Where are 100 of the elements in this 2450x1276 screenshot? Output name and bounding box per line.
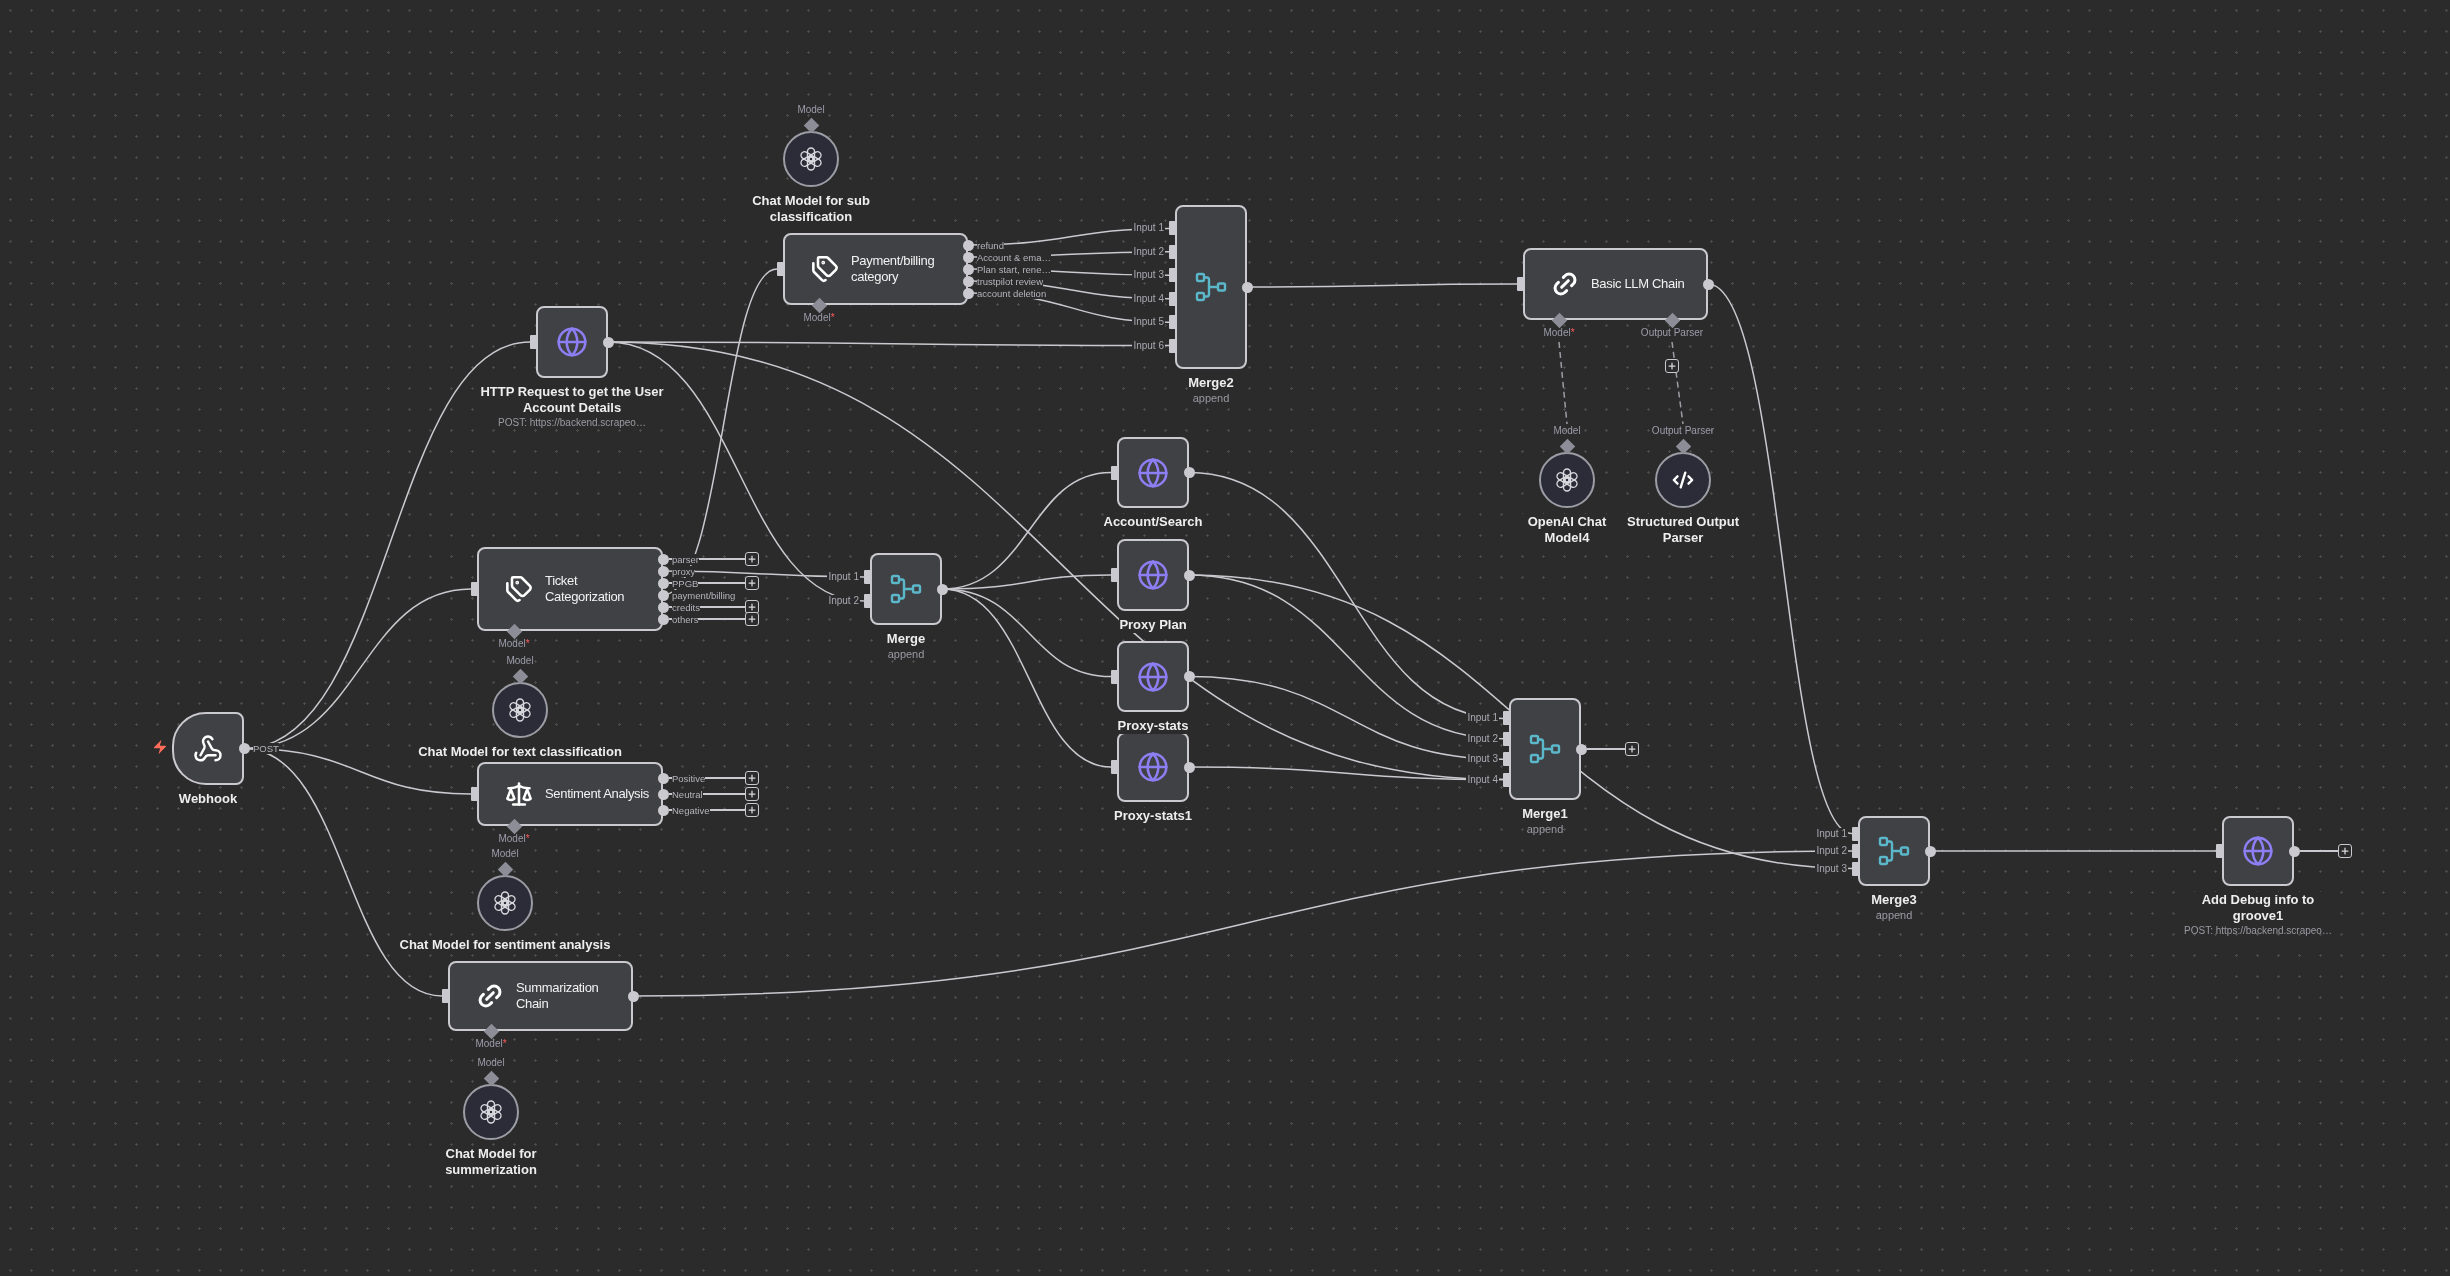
input-label: Input 2 [1815,845,1848,857]
add-button[interactable] [745,787,759,801]
input-handle[interactable] [1111,465,1118,480]
add-button[interactable] [1625,742,1639,756]
model-node[interactable] [1539,452,1595,508]
input-handle[interactable] [1111,760,1118,774]
input-handle[interactable] [1169,291,1176,306]
port-label: Model* [498,638,530,650]
input-handle[interactable] [530,335,537,349]
output-handle[interactable] [657,577,669,589]
add-button[interactable] [745,771,759,785]
http-node[interactable] [1117,641,1189,712]
workflow-node[interactable]: Payment/billing category [783,233,968,305]
merge-node[interactable] [1175,205,1247,369]
output-handle[interactable] [962,287,974,299]
connector-handle[interactable] [1675,438,1691,455]
input-handle[interactable] [1517,277,1524,291]
add-button[interactable] [745,612,759,626]
output-handle[interactable] [1241,281,1253,293]
output-handle[interactable] [962,263,974,275]
input-handle[interactable] [864,570,871,584]
globe-icon [1137,559,1169,591]
output-handle[interactable] [602,336,614,348]
output-handle[interactable] [1183,467,1195,478]
http-node[interactable] [536,306,608,378]
output-handle[interactable] [962,239,974,251]
http-node[interactable] [2222,816,2294,886]
output-handle[interactable] [657,804,669,816]
model-node[interactable] [492,682,548,738]
add-button[interactable] [745,600,759,614]
input-handle[interactable] [1852,826,1859,841]
connector-handle[interactable] [497,861,513,878]
http-node[interactable] [1117,732,1189,802]
workflow-node[interactable]: Ticket Categorization [477,547,663,631]
output-handle[interactable] [936,583,948,595]
output-handle[interactable] [238,743,250,754]
model-node[interactable] [477,875,533,931]
output-handle[interactable] [1183,761,1195,773]
input-label: Input 6 [1132,339,1165,352]
input-handle[interactable] [471,582,478,596]
workflow-node[interactable]: Summarization Chain [448,961,633,1031]
input-handle[interactable] [1169,338,1176,353]
input-handle[interactable] [1852,844,1859,858]
model-node[interactable] [783,131,839,187]
output-handle[interactable] [657,553,669,565]
input-handle[interactable] [1169,221,1176,236]
http-node[interactable] [1117,539,1189,611]
add-button[interactable] [1665,359,1679,373]
output-label: Neutral [672,788,703,800]
merge-node[interactable] [1858,816,1930,886]
output-handle[interactable] [657,772,669,784]
workflow-node[interactable]: Sentiment Analysis [477,762,663,826]
merge-node[interactable] [1509,698,1581,800]
output-handle[interactable] [1183,671,1195,682]
input-handle[interactable] [1503,772,1510,787]
output-handle[interactable] [1702,278,1714,290]
output-handle[interactable] [657,601,669,613]
output-handle[interactable] [657,613,669,625]
input-label: Input 2 [827,595,860,607]
connector-handle[interactable] [1559,438,1575,455]
output-handle[interactable] [962,251,974,263]
input-handle[interactable] [1503,752,1510,767]
output-handle[interactable] [657,788,669,800]
connector-handle[interactable] [483,1070,499,1087]
input-handle[interactable] [1169,244,1176,259]
add-button[interactable] [2338,844,2352,858]
input-handle[interactable] [1503,731,1510,746]
input-handle[interactable] [1852,861,1859,876]
add-button[interactable] [745,576,759,590]
trigger-node[interactable] [172,712,244,785]
output-handle[interactable] [1183,569,1195,581]
merge-node[interactable] [870,553,942,625]
input-handle[interactable] [2216,844,2223,858]
globe-icon [1137,660,1169,693]
input-handle[interactable] [1169,315,1176,330]
add-button[interactable] [745,552,759,566]
input-handle[interactable] [864,594,871,608]
output-handle[interactable] [962,275,974,287]
input-handle[interactable] [1111,568,1118,582]
output-handle[interactable] [627,990,639,1002]
model-node[interactable] [463,1084,519,1140]
http-node[interactable] [1117,437,1189,508]
connector-handle[interactable] [512,668,528,685]
plus-icon [1667,361,1677,371]
model-node[interactable] [1655,452,1711,508]
input-handle[interactable] [442,989,449,1003]
add-button[interactable] [745,803,759,817]
input-handle[interactable] [1503,711,1510,726]
port-label: Model* [803,312,835,324]
input-handle[interactable] [777,262,784,276]
output-handle[interactable] [657,589,669,601]
input-handle[interactable] [1169,268,1176,283]
connector-handle[interactable] [803,117,819,134]
output-handle[interactable] [2288,845,2300,857]
output-handle[interactable] [1924,845,1936,857]
input-handle[interactable] [471,787,478,801]
workflow-node[interactable]: Basic LLM Chain [1523,248,1708,320]
input-handle[interactable] [1111,669,1118,684]
output-handle[interactable] [1575,743,1587,755]
output-handle[interactable] [657,565,669,577]
